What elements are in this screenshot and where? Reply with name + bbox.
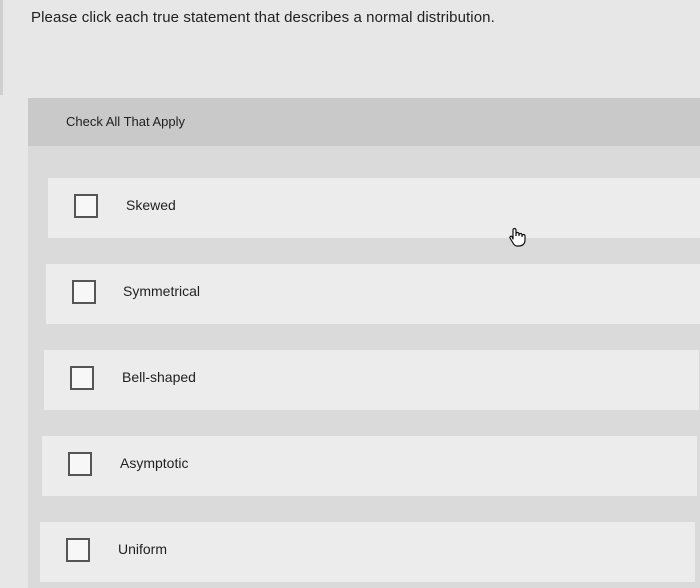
hand-pointer-icon [509, 227, 526, 247]
question-text: Please click each true statement that de… [31, 9, 495, 26]
panel-header-title: Check All That Apply [66, 114, 185, 129]
option-bell-shaped[interactable]: Bell-shaped [44, 350, 699, 410]
option-label: Bell-shaped [122, 369, 196, 385]
option-skewed[interactable]: Skewed [48, 178, 700, 238]
option-symmetrical[interactable]: Symmetrical [46, 264, 700, 324]
panel-header: Check All That Apply [28, 98, 700, 146]
checkbox[interactable] [70, 366, 94, 390]
option-uniform[interactable]: Uniform [40, 522, 695, 582]
option-label: Uniform [118, 541, 168, 557]
option-label: Symmetrical [123, 283, 201, 299]
left-divider [0, 0, 3, 95]
checkbox[interactable] [72, 280, 96, 304]
option-label: Skewed [126, 197, 176, 213]
checkbox[interactable] [74, 194, 98, 218]
checkbox[interactable] [68, 452, 92, 476]
checkbox[interactable] [66, 538, 90, 562]
options-panel: Check All That Apply Skewed Symmetrical … [28, 98, 700, 588]
option-asymptotic[interactable]: Asymptotic [42, 436, 697, 496]
option-label: Asymptotic [120, 455, 189, 471]
